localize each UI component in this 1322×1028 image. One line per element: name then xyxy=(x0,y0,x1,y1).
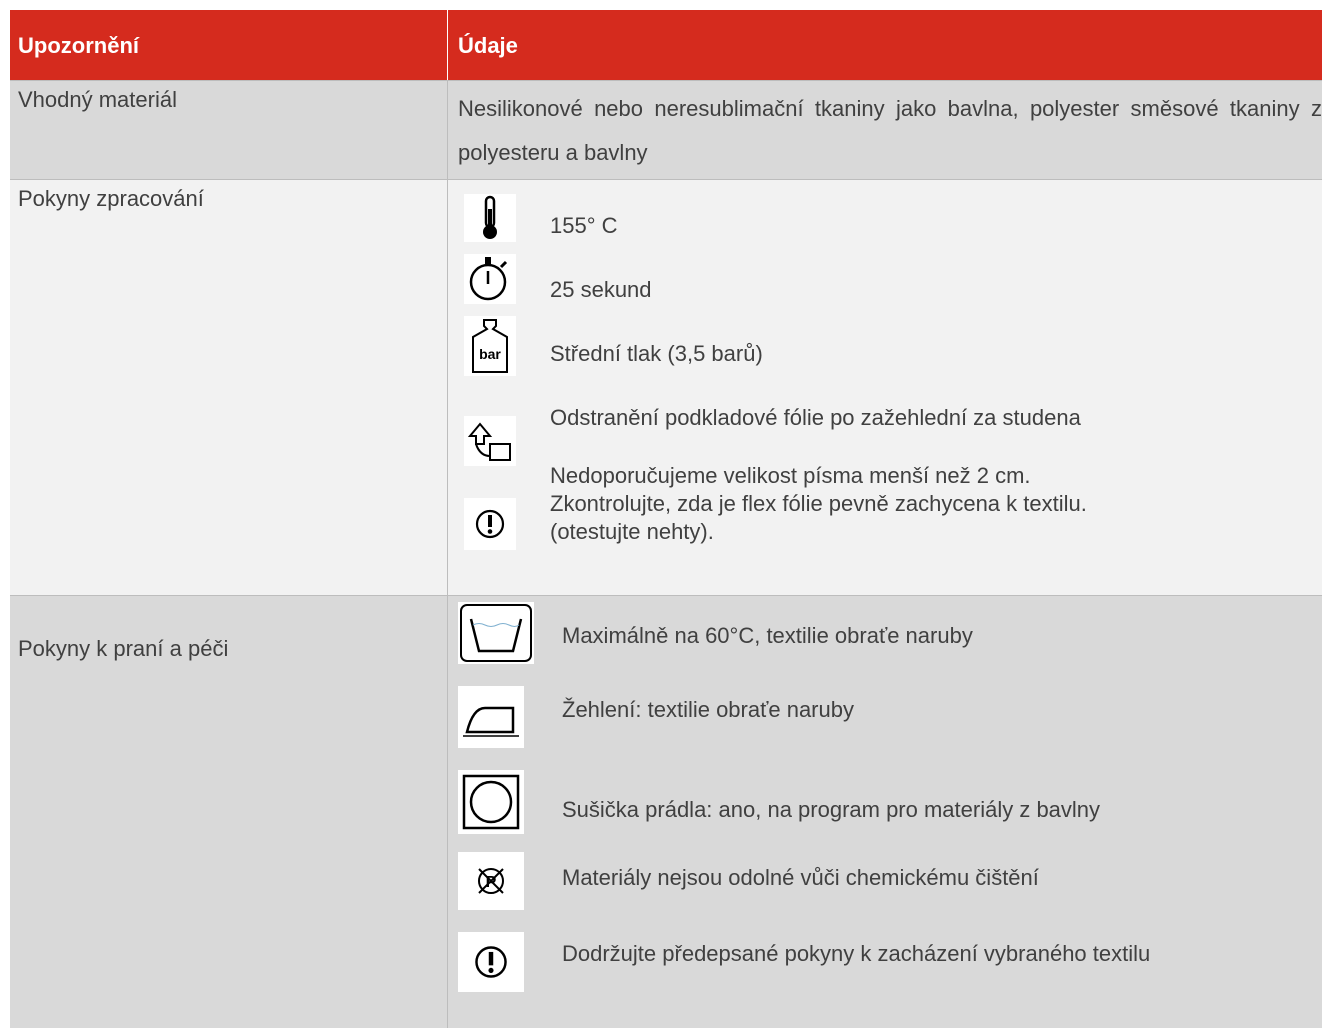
processing-item-text: Odstranění podkladové fólie po zažehledn… xyxy=(550,405,1081,430)
svg-text:bar: bar xyxy=(479,346,501,362)
table-header: Upozornění Údaje xyxy=(10,10,1322,81)
care-item-text: Dodržujte předepsané pokyny k zacházení … xyxy=(562,941,1151,966)
tumble-dryer-icon xyxy=(458,770,524,834)
processing-item-text: 25 sekund xyxy=(550,277,652,302)
care-item-text: Žehlení: textilie obraťe naruby xyxy=(562,697,854,722)
header-upozorneni: Upozornění xyxy=(10,10,448,80)
table-row-care: Pokyny k praní a péči Maximálně na 60°C,… xyxy=(10,596,1322,1028)
care-label-text: Pokyny k praní a péči xyxy=(18,636,229,661)
weight-bar-icon: bar xyxy=(464,316,516,376)
care-item-text: Sušička prádla: ano, na program pro mate… xyxy=(562,797,1101,822)
peel-arrow-icon xyxy=(464,416,516,466)
processing-item-text: Nedoporučujeme velikost písma menší než … xyxy=(550,463,1087,544)
thermometer-icon xyxy=(464,194,516,242)
material-label: Vhodný materiál xyxy=(10,81,448,179)
care-label: Pokyny k praní a péči xyxy=(10,596,448,1028)
no-dry-clean-icon: P xyxy=(458,852,524,910)
header-udaje: Údaje xyxy=(458,33,518,58)
table-row-processing: Pokyny zpracování 155° C 25 sekund bar S… xyxy=(10,180,1322,596)
processing-item-text: Střední tlak (3,5 barů) xyxy=(550,341,763,366)
warning-icon xyxy=(464,498,516,550)
care-cell: Maximálně na 60°C, textilie obraťe narub… xyxy=(448,596,1322,1028)
processing-cell: 155° C 25 sekund bar Střední tlak (3,5 b… xyxy=(448,180,1322,595)
iron-icon xyxy=(458,686,524,748)
stopwatch-icon xyxy=(464,254,516,304)
page: Upozornění Údaje Vhodný materiál Nesilik… xyxy=(0,0,1322,1028)
care-item-text: Maximálně na 60°C, textilie obraťe narub… xyxy=(562,623,973,648)
processing-label: Pokyny zpracování xyxy=(10,180,448,595)
material-text: Nesilikonové nebo neresublimační tkaniny… xyxy=(458,96,1322,165)
table-row-material: Vhodný materiál Nesilikonové nebo neresu… xyxy=(10,81,1322,180)
care-item-text: Materiály nejsou odolné vůči chemickému … xyxy=(562,865,1039,890)
processing-item-text: 155° C xyxy=(550,213,618,238)
info-table: Upozornění Údaje Vhodný materiál Nesilik… xyxy=(10,10,1322,1028)
warning-icon xyxy=(458,932,524,992)
washing-tub-icon xyxy=(458,602,534,664)
